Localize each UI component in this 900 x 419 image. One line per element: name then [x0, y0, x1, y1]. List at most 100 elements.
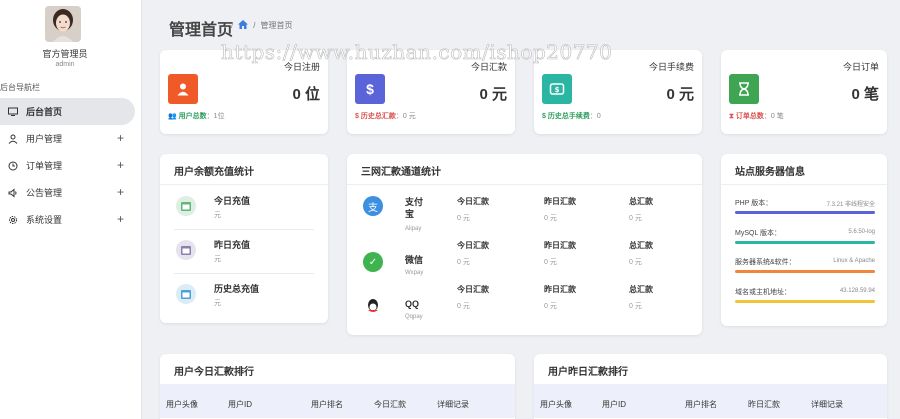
panel-title: 三网汇款通道统计	[361, 167, 441, 178]
panel-title: 站点服务器信息	[735, 167, 805, 178]
column-header: 用户ID	[602, 400, 626, 409]
server-label: 域名或主机地址：	[735, 289, 791, 296]
column-header: 详细记录	[437, 400, 469, 409]
stat-footer-key: 历史总汇款	[360, 113, 396, 120]
column-label: 今日汇款	[457, 285, 489, 294]
expand-plus-icon[interactable]: +	[117, 185, 124, 199]
stat-card-registrations: 今日注册 0 位 👥 用户总数：1位	[160, 50, 328, 134]
channel-name: QQ	[405, 299, 420, 309]
server-label: 服务器系统&软件：	[735, 259, 796, 266]
column-value: 0 元	[629, 215, 642, 222]
expand-plus-icon[interactable]: +	[117, 212, 124, 226]
rank-yesterday-panel: 用户昨日汇款排行 用户头像 用户ID 用户排名 昨日汇款 详细记录	[534, 354, 887, 419]
stat-footer-value: ：1位	[206, 113, 225, 120]
table-header: 用户头像 用户ID 用户排名 昨日汇款 详细记录	[534, 384, 887, 418]
sidebar: 官方管理员 admin 后台导航栏 后台首页 用户管理 + 订单管理 + 公告管…	[0, 0, 142, 419]
column-value: 0 元	[544, 303, 557, 310]
page-title: 管理首页	[169, 22, 234, 39]
expand-plus-icon[interactable]: +	[117, 131, 124, 145]
column-header: 用户ID	[228, 400, 252, 409]
stat-value: 0 笔	[851, 86, 879, 103]
stat-card-orders: 今日订单 0 笔 ⧗ 订单总数：0 笔	[721, 50, 887, 134]
panel-title: 用户今日汇款排行	[174, 367, 254, 378]
stat-footer-value: ：0 笔	[763, 113, 784, 120]
sidebar-item-users[interactable]: 用户管理 +	[0, 125, 142, 152]
stat-footer: ⧗ 订单总数：0 笔	[729, 111, 784, 121]
breadcrumb-current[interactable]: 管理首页	[260, 20, 292, 31]
sidebar-item-home[interactable]: 后台首页	[0, 98, 135, 125]
stat-footer: $ 历史总手续费：0	[542, 111, 601, 121]
user-name: 官方管理员	[42, 49, 88, 59]
balance-label: 今日充值	[214, 196, 251, 206]
hourglass-icon	[729, 74, 759, 104]
users-icon: 👥	[168, 113, 177, 120]
balance-value: 元	[214, 212, 221, 219]
avatar[interactable]	[45, 6, 81, 42]
column-label: 昨日汇款	[544, 241, 576, 250]
stat-footer: 👥 用户总数：1位	[168, 111, 225, 121]
stat-value: 0 元	[666, 86, 694, 103]
hourglass-icon: ⧗	[729, 113, 734, 120]
panel-title: 用户余额充值统计	[174, 167, 254, 178]
server-value: 5.6.50-log	[848, 229, 875, 235]
column-header: 昨日汇款	[748, 400, 780, 409]
channel-name: 微信	[405, 255, 424, 265]
nav-header: 后台导航栏	[0, 83, 40, 92]
user-role: admin	[55, 61, 75, 68]
stat-label: 今日注册	[283, 62, 320, 72]
sidebar-item-settings[interactable]: 系统设置 +	[0, 206, 142, 233]
column-label: 今日汇款	[457, 241, 489, 250]
clock-icon	[8, 161, 18, 171]
expand-plus-icon[interactable]: +	[117, 158, 124, 172]
panel-divider	[347, 184, 702, 185]
server-bar	[735, 300, 875, 303]
column-value: 0 元	[544, 215, 557, 222]
column-label: 今日汇款	[457, 197, 489, 206]
server-bar	[735, 270, 875, 273]
server-row: PHP 版本： 7.3.21 非线程安全	[735, 192, 875, 218]
column-value: 0 元	[457, 215, 470, 222]
server-label: PHP 版本：	[735, 200, 773, 207]
stat-label: 今日汇款	[470, 62, 507, 72]
sidebar-nav: 后台首页 用户管理 + 订单管理 + 公告管理 + 系统设置 +	[0, 98, 142, 233]
panel-divider	[721, 184, 887, 185]
column-header: 详细记录	[811, 400, 843, 409]
sidebar-item-label: 公告管理	[26, 188, 63, 198]
balance-label: 历史总充值	[214, 284, 260, 294]
channel-sub: Wxpay	[405, 270, 424, 276]
column-header: 用户头像	[166, 400, 198, 409]
gear-icon	[8, 215, 18, 225]
stat-value: 0 位	[292, 86, 320, 103]
stat-footer: $ 历史总汇款：0 元	[355, 111, 416, 121]
user-icon	[8, 134, 18, 144]
stat-card-fees: $ 今日手续费 0 元 $ 历史总手续费：0	[534, 50, 702, 134]
channel-sub: Alipay	[405, 226, 422, 232]
sidebar-item-label: 订单管理	[26, 161, 63, 171]
channels-panel: 三网汇款通道统计 支 支付宝 Alipay 今日汇款 0 元 昨日汇款 0 元 …	[347, 154, 702, 335]
column-label: 昨日汇款	[544, 285, 576, 294]
column-header: 用户头像	[540, 400, 572, 409]
stat-label: 今日手续费	[648, 62, 694, 72]
monitor-icon	[8, 107, 18, 117]
column-header: 用户排名	[685, 400, 717, 409]
column-value: 0 元	[629, 259, 642, 266]
stat-footer-key: 历史总手续费	[547, 113, 590, 120]
dollar-icon: $	[355, 113, 359, 120]
stat-footer-key: 订单总数	[735, 113, 764, 120]
table-header: 用户头像 用户ID 用户排名 今日汇款 详细记录	[160, 384, 515, 418]
qq-icon	[363, 296, 383, 316]
column-label: 昨日汇款	[544, 197, 576, 206]
calendar-icon	[176, 284, 196, 304]
calendar-icon	[176, 196, 196, 216]
sidebar-item-orders[interactable]: 订单管理 +	[0, 152, 142, 179]
money-icon: $	[542, 74, 572, 104]
stat-label: 今日订单	[842, 62, 879, 72]
server-bar	[735, 241, 875, 244]
user-icon	[168, 74, 198, 104]
channel-sub: Qqpay	[405, 314, 423, 320]
column-label: 总汇款	[629, 241, 653, 250]
calendar-icon	[176, 240, 196, 260]
sidebar-item-notices[interactable]: 公告管理 +	[0, 179, 142, 206]
server-panel: 站点服务器信息 PHP 版本： 7.3.21 非线程安全 MySQL 版本： 5…	[721, 154, 887, 326]
home-icon[interactable]	[238, 20, 249, 31]
